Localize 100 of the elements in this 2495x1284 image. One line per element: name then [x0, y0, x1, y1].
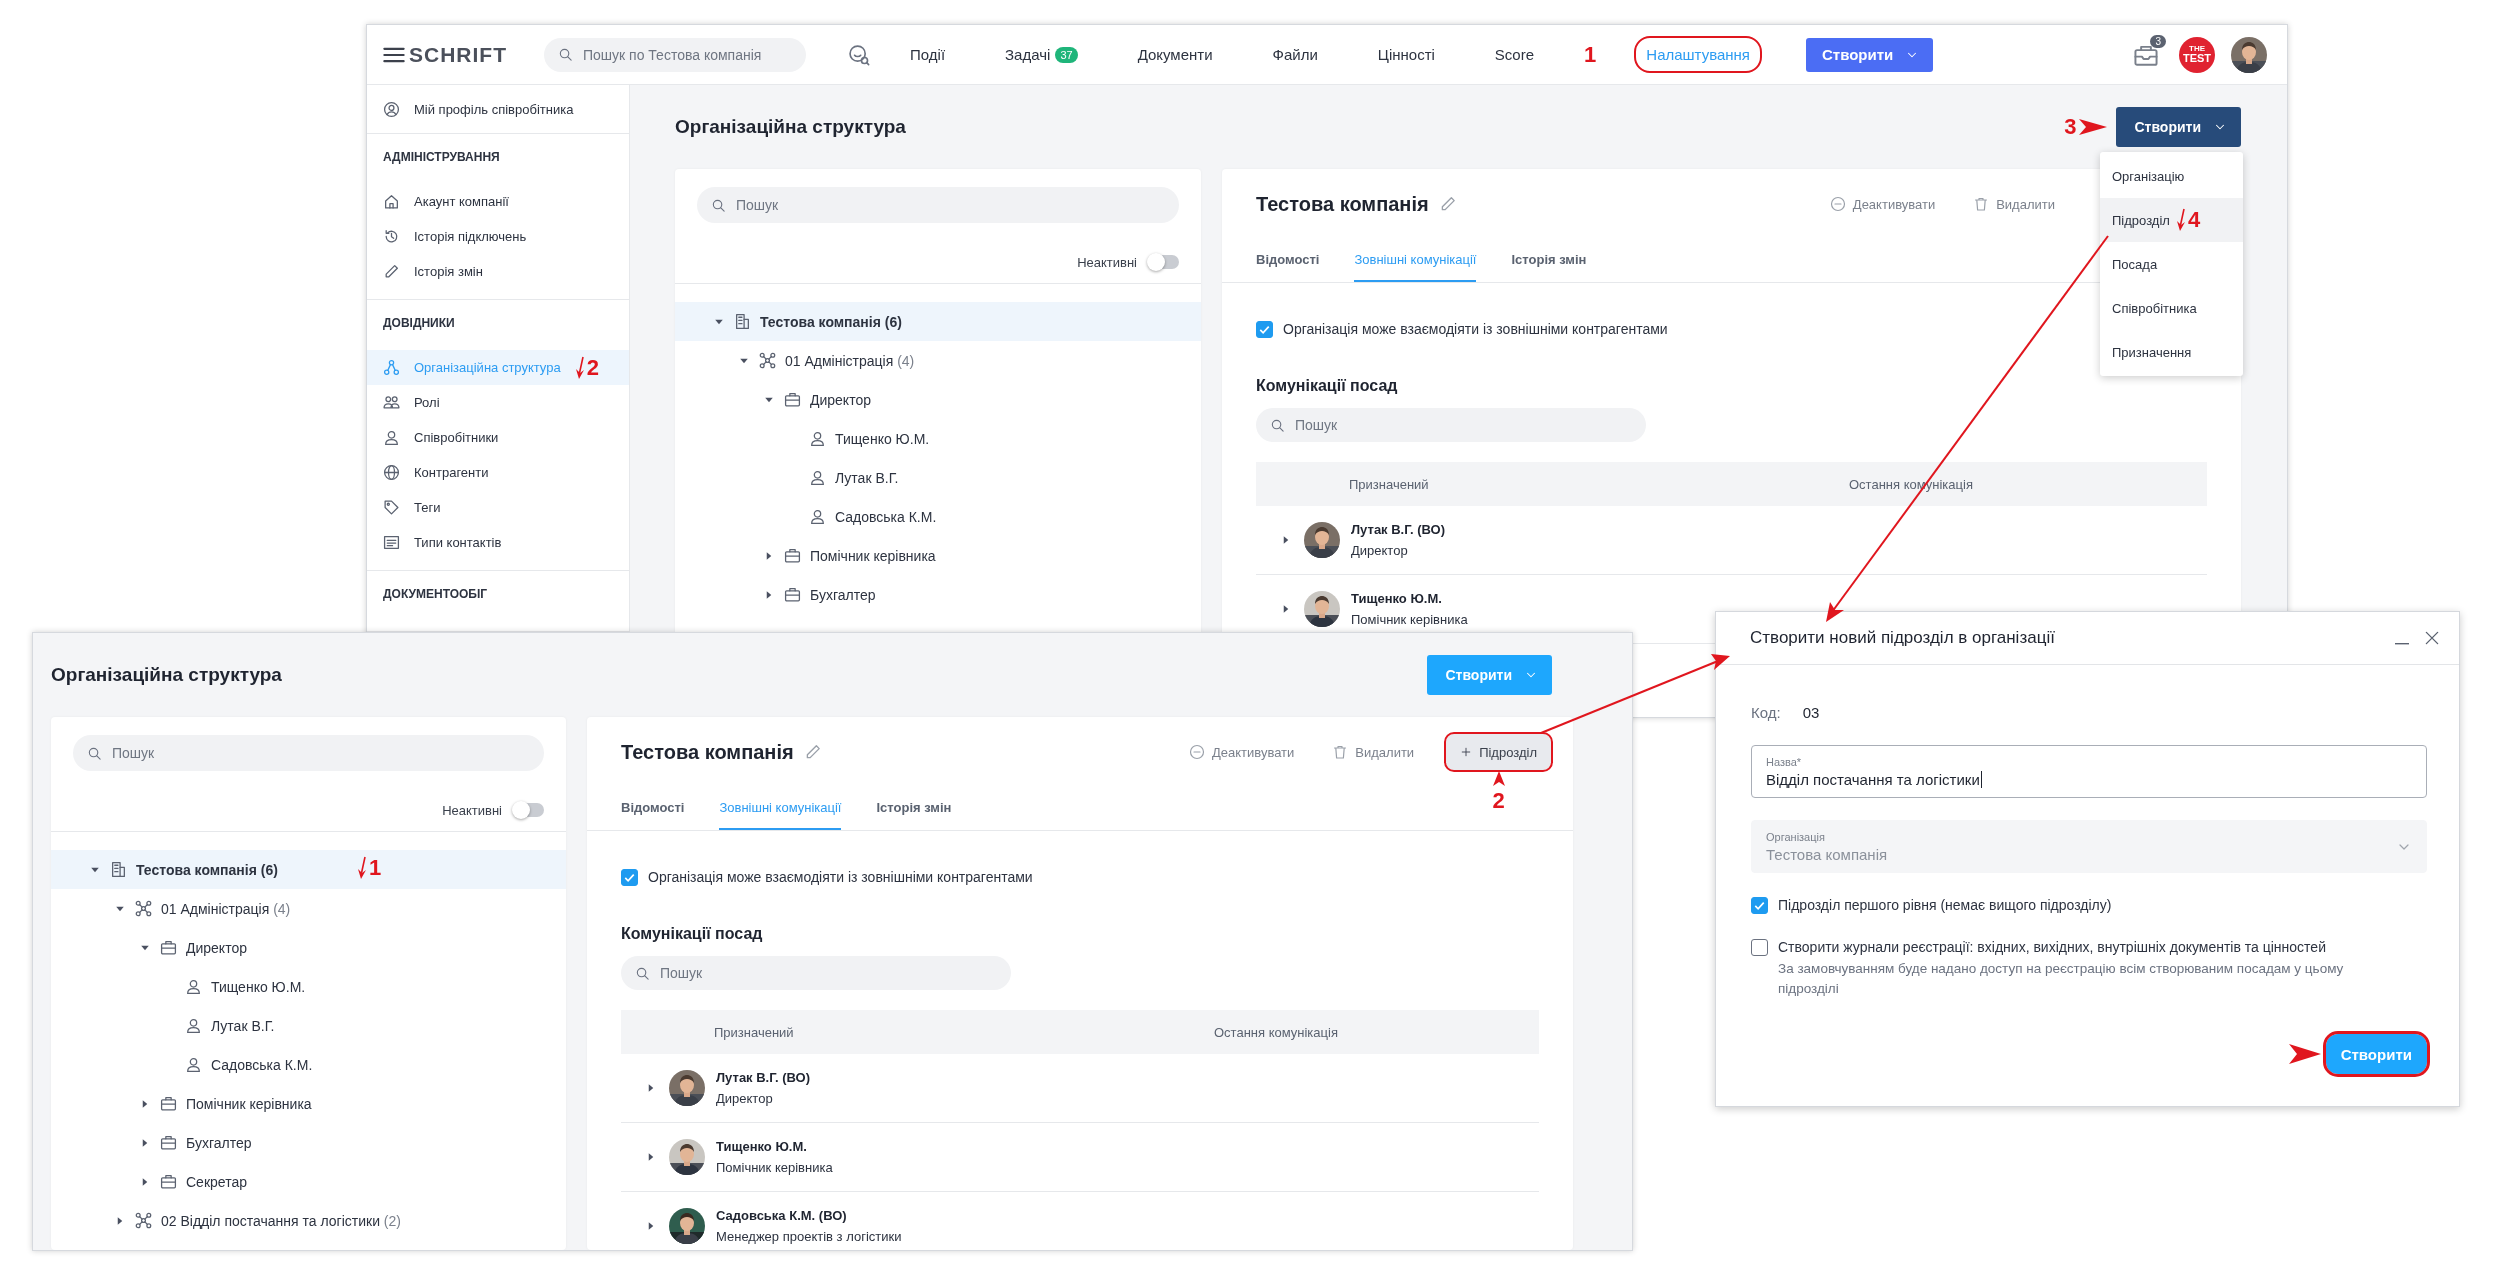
tree-row[interactable]: Бухгалтер	[675, 575, 1201, 614]
section-title: ДОВІДНИКИ	[382, 315, 456, 332]
tree-row[interactable]: Директор	[51, 928, 566, 967]
sidebar-item[interactable]: Типи контактів	[367, 525, 629, 560]
tab[interactable]: Відомості	[621, 787, 685, 830]
checkbox[interactable]	[1751, 938, 1768, 956]
position-name: Менеджер проектів з логістики	[716, 1229, 902, 1244]
search-icon	[87, 745, 102, 761]
tree-row[interactable]: Тестова компанія (6)	[675, 302, 1201, 341]
tree-row[interactable]: Тищенко Ю.М.	[675, 419, 1201, 458]
tree-row[interactable]: Садовська К.М.	[675, 497, 1201, 536]
tree-label: Лутак В.Г.	[835, 469, 899, 486]
tree-row[interactable]: Секретар	[51, 1162, 566, 1201]
trash-icon	[1332, 744, 1349, 760]
deactivate-button[interactable]: Деактивувати	[1182, 734, 1301, 770]
tree-row[interactable]: Садовська К.М.	[51, 1045, 566, 1084]
delete-button[interactable]: Видалити	[1326, 734, 1421, 770]
pencil-icon	[383, 263, 400, 280]
plus-icon	[1460, 746, 1473, 758]
toggle-switch[interactable]	[514, 803, 544, 817]
arrow-icon	[356, 856, 367, 880]
dialog-title: Створити новий підрозділ в організації	[1750, 628, 2055, 648]
nav-item[interactable]: Події	[900, 38, 956, 71]
create-button[interactable]: Створити	[2116, 107, 2241, 147]
tree-row[interactable]: Помічник керівника	[675, 536, 1201, 575]
tab[interactable]: Історія змін	[876, 787, 952, 830]
smiley-icon	[848, 43, 870, 66]
tree-label: 01 Адміністрація (4)	[161, 900, 291, 917]
org-chart-icon	[383, 359, 400, 376]
briefcase-icon	[160, 939, 177, 956]
tree-label: 01 Адміністрація (4)	[785, 352, 915, 369]
minus-circle-icon	[1829, 196, 1846, 212]
step-number: 2	[1492, 790, 1505, 812]
nav-item[interactable]: Score	[1484, 38, 1545, 71]
checkbox[interactable]	[1256, 320, 1273, 338]
people-icon	[383, 394, 400, 411]
tree-row[interactable]: Тестова компанія (6) 1	[51, 850, 566, 889]
search-field[interactable]: Пошук	[621, 956, 1011, 990]
building-icon	[110, 861, 127, 878]
tree-label: 02 Відділ постачання та логістики (2)	[161, 1212, 401, 1229]
tree-row[interactable]: Лутак В.Г.	[51, 1006, 566, 1045]
toggle-switch[interactable]	[1149, 255, 1179, 269]
nav-item[interactable]: Документи	[1127, 38, 1223, 71]
sidebar-item[interactable]: Співробітники	[367, 420, 629, 455]
tree-label: Помічник керівника	[810, 547, 936, 564]
tree-row[interactable]: 02 Відділ постачання та логістики (2)	[51, 1201, 566, 1240]
name-field[interactable]: Назва* Відділ постачання та логістики	[1751, 745, 2427, 798]
tree-row[interactable]: Лутак В.Г.	[675, 458, 1201, 497]
arrow-icon	[2287, 1043, 2322, 1065]
menu-item[interactable]: Співробітника	[2100, 286, 2243, 330]
sidebar-item[interactable]: Ролі	[367, 385, 629, 420]
nav-item[interactable]: Файли	[1262, 38, 1328, 71]
delete-button[interactable]: Видалити	[1967, 186, 2061, 222]
network-icon	[135, 900, 152, 917]
user-icon	[383, 100, 400, 118]
tree-row[interactable]: 01 Адміністрація (4)	[675, 341, 1201, 380]
tree-label: Тестова компанія (6)	[136, 861, 278, 878]
create-button[interactable]: Створити	[1806, 37, 1934, 72]
menu-item[interactable]: Організацію	[2100, 154, 2243, 198]
tree-label: Садовська К.М.	[211, 1056, 313, 1073]
menu-item[interactable]: Призначення	[2100, 330, 2243, 374]
tree-label: Садовська К.М.	[835, 508, 937, 525]
checkbox[interactable]	[621, 868, 638, 886]
sidebar-item[interactable]: Історія підключень	[367, 219, 629, 254]
deactivate-button[interactable]: Деактивувати	[1823, 186, 1942, 222]
tab[interactable]: Історія змін	[1511, 239, 1587, 282]
sidebar-item[interactable]: Контрагенти	[367, 455, 629, 490]
nav-item[interactable]: Цінності	[1367, 38, 1445, 71]
user-icon	[809, 469, 826, 486]
panel-title: Тестова компанія	[621, 740, 794, 764]
sidebar-item[interactable]: Теги	[367, 490, 629, 525]
menu-item[interactable]: Підрозділ 4	[2100, 198, 2243, 242]
section-title: АДМІНІСТРУВАННЯ	[382, 149, 501, 166]
close-icon	[2423, 629, 2441, 647]
tree-label: Бухгалтер	[186, 1134, 252, 1151]
search-icon	[635, 965, 650, 981]
menu-item[interactable]: Посада	[2100, 242, 2243, 286]
briefcase-icon	[160, 1173, 177, 1190]
tree-row[interactable]: Директор	[675, 380, 1201, 419]
search-field[interactable]: Пошук	[697, 187, 1179, 223]
column-header: Остання комунікація	[1214, 1024, 1339, 1040]
tab[interactable]: Відомості	[1256, 239, 1320, 282]
tree-row[interactable]: Помічник керівника	[51, 1084, 566, 1123]
logo-text: THE	[2189, 45, 2205, 53]
sidebar-item[interactable]: Історія змін	[367, 254, 629, 289]
search-field[interactable]: Пошук по Тестова компанія	[544, 37, 806, 72]
sidebar-item[interactable]: Акаунт компанії	[367, 184, 629, 219]
search-field[interactable]: Пошук	[73, 735, 544, 771]
position-name: Директор	[716, 1091, 774, 1106]
tree-row[interactable]: Тищенко Ю.М.	[51, 967, 566, 1006]
logo-text: TEST	[2182, 53, 2212, 64]
tree-row[interactable]: 01 Адміністрація (4)	[51, 889, 566, 928]
sidebar-item[interactable]: Організаційна структура 2	[367, 350, 629, 385]
add-button[interactable]: Підрозділ	[1446, 734, 1551, 770]
nav-item[interactable]: Задачі 37	[995, 38, 1088, 71]
sidebar-item[interactable]: Мій профіль співробітника	[367, 85, 629, 134]
checkbox[interactable]	[1751, 896, 1768, 914]
person-name: Тищенко Ю.М.	[716, 1139, 808, 1154]
search-field[interactable]: Пошук	[1256, 408, 1646, 442]
tree-row[interactable]: Бухгалтер	[51, 1123, 566, 1162]
